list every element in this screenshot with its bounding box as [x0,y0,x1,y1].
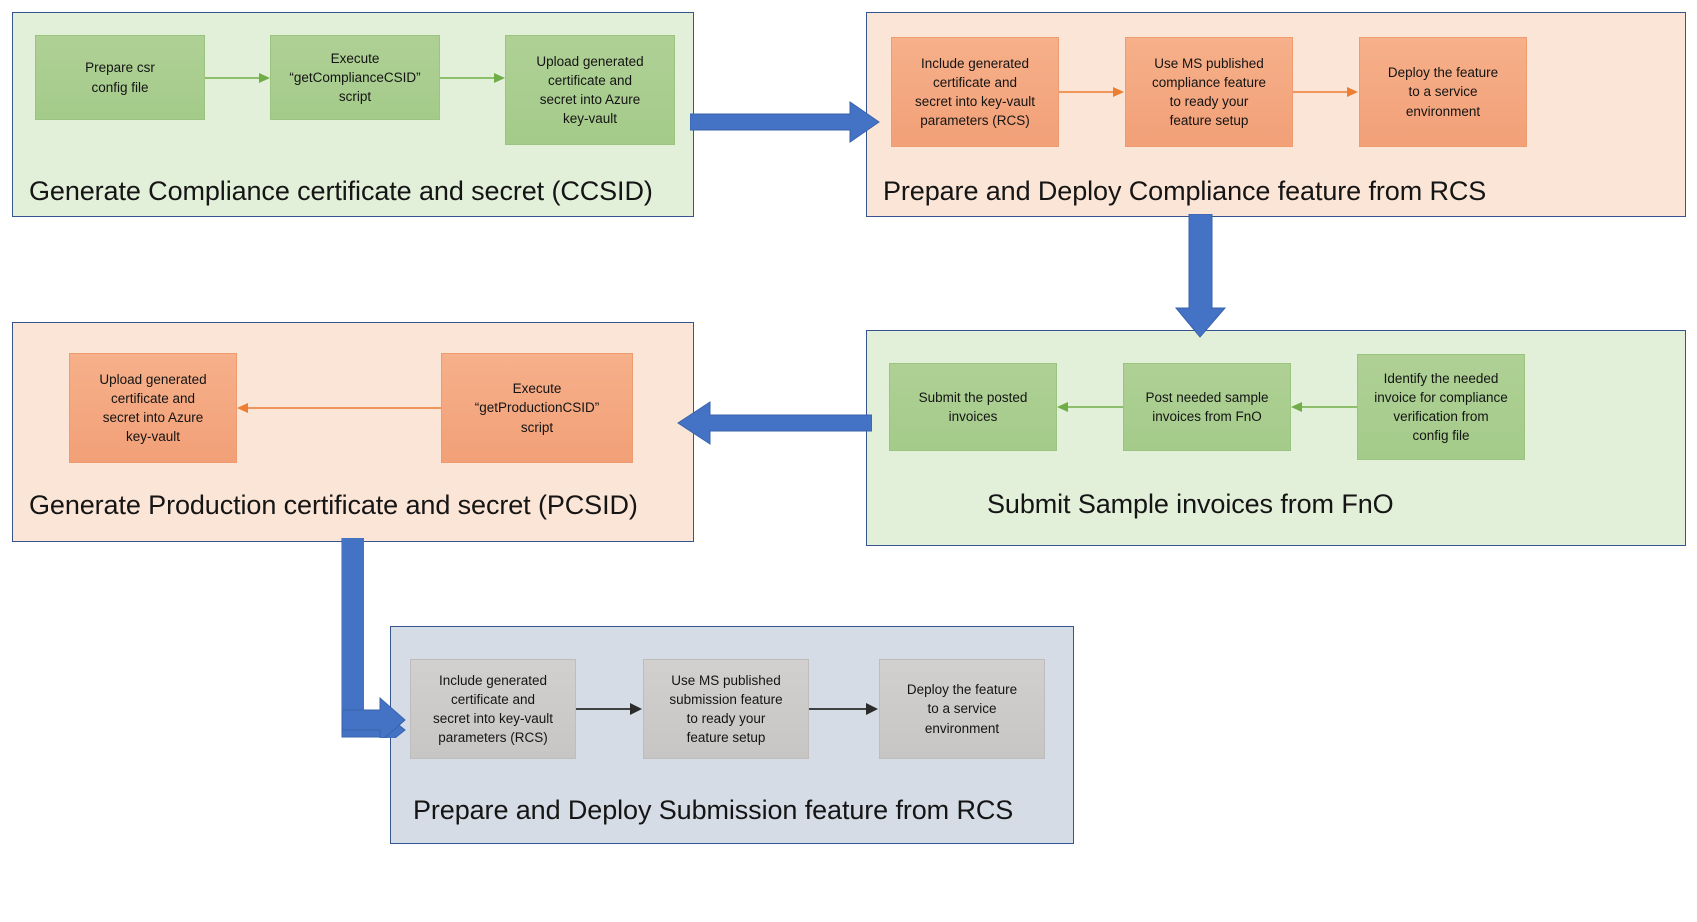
node-line: “getComplianceCSID” [289,69,421,85]
node-deploy-feature-service-environment-submission[interactable]: Deploy the feature to a service environm… [879,659,1045,759]
arrow-submission-2-to-3 [809,703,878,715]
arrow-production-script-to-upload [237,403,441,413]
group-title-pcsid: Generate Production certificate and secr… [29,490,638,520]
node-line: certificate and [547,72,633,88]
node-line: compliance feature [1151,74,1267,90]
node-line: key-vault [562,111,618,127]
node-line: invoices from FnO [1152,409,1262,424]
group-generate-production-certificate: Upload generated certificate and secret … [12,322,694,542]
arrow-compliance-2-to-3 [1293,87,1358,97]
node-line: script [520,419,554,435]
blue-arrow-prepare-compliance-to-submit-invoices [1174,214,1227,338]
node-line: “getProductionCSID” [474,400,600,416]
group-title-ccsid: Generate Compliance certificate and secr… [29,176,653,206]
node-upload-certificate-azure-keyvault[interactable]: Upload generated certificate and secret … [505,35,675,145]
node-line: Upload generated [99,371,207,387]
node-line: to ready your [1169,94,1249,109]
node-line: Use MS published [671,672,781,688]
node-line: config file [91,79,149,95]
arrow-invoices-3-to-2 [1291,402,1357,412]
node-line: secret into key-vault [914,94,1036,109]
arrow-submission-1-to-2 [576,703,642,715]
node-line: Use MS published [1154,55,1264,71]
node-line: to a service [1408,84,1478,100]
node-line: invoice for compliance [1374,389,1508,405]
node-line: Include generated [920,55,1030,71]
node-line: Post needed sample [1145,389,1269,405]
node-line: Identify the needed [1383,370,1499,386]
node-submit-posted-invoices[interactable]: Submit the posted invoices [889,363,1057,451]
node-execute-getproductioncsid-script[interactable]: Execute “getProductionCSID” script [441,353,633,463]
node-line: certificate and [450,691,536,707]
node-line: feature setup [686,730,766,746]
node-line: feature setup [1169,113,1249,129]
node-deploy-feature-service-environment-compliance[interactable]: Deploy the feature to a service environm… [1359,37,1527,147]
node-line: Execute [512,381,562,397]
arrow-invoices-2-to-1 [1057,402,1123,412]
group-title-prepare-submission: Prepare and Deploy Submission feature fr… [413,795,1014,825]
node-line: parameters (RCS) [438,730,548,746]
node-line: to a service [927,701,997,717]
node-use-ms-published-compliance-feature[interactable]: Use MS published compliance feature to r… [1125,37,1293,147]
node-line: environment [1405,103,1481,119]
node-include-certificate-keyvault-params-submission[interactable]: Include generated certificate and secret… [410,659,576,759]
node-line: Include generated [438,672,548,688]
group-submit-sample-invoices: Submit the posted invoices Post needed s… [866,330,1686,546]
node-use-ms-published-submission-feature[interactable]: Use MS published submission feature to r… [643,659,809,759]
node-line: key-vault [125,429,181,445]
node-line: Submit the posted [918,389,1028,405]
node-line: invoices [948,409,998,424]
node-line: Deploy the feature [1387,65,1499,81]
group-title-submit-invoices: Submit Sample invoices from FnO [987,489,1394,519]
arrow-compliance-1-to-2 [1059,87,1124,97]
node-line: certificate and [932,74,1018,90]
node-line: Execute [330,50,380,66]
node-line: script [338,89,372,105]
blue-arrow-submit-invoices-to-pcsid [677,401,872,445]
node-prepare-csr-config-file[interactable]: Prepare csr config file [35,35,205,120]
node-line: parameters (RCS) [920,113,1030,129]
group-prepare-deploy-submission: Include generated certificate and secret… [390,626,1074,844]
node-line: verification from [1393,409,1489,424]
node-execute-getcompliancecsid-script[interactable]: Execute “getComplianceCSID” script [270,35,440,120]
node-line: Prepare csr [85,60,155,76]
group-generate-compliance-certificate: Prepare csr config file Execute “getComp… [12,12,694,217]
node-upload-certificate-azure-keyvault-production[interactable]: Upload generated certificate and secret … [69,353,237,463]
node-line: Deploy the feature [906,682,1018,698]
node-line: secret into key-vault [432,711,554,726]
group-prepare-deploy-compliance: Include generated certificate and secret… [866,12,1686,217]
node-identify-invoice-compliance-verification[interactable]: Identify the needed invoice for complian… [1357,354,1525,460]
node-line: environment [924,720,1000,736]
node-line: config file [1412,428,1470,444]
arrow-ccsid-2-to-3 [440,73,505,83]
blue-arrow-ccsid-to-prepare-compliance [690,101,880,143]
arrow-ccsid-1-to-2 [205,73,270,83]
node-line: secret into Azure [539,92,641,107]
node-line: secret into Azure [102,410,204,425]
node-line: submission feature [669,691,783,707]
group-title-prepare-compliance: Prepare and Deploy Compliance feature fr… [883,176,1487,206]
flowchart-canvas: Prepare csr config file Execute “getComp… [0,0,1697,922]
node-line: certificate and [110,390,196,406]
node-post-sample-invoices-fno[interactable]: Post needed sample invoices from FnO [1123,363,1291,451]
node-include-certificate-keyvault-params-compliance[interactable]: Include generated certificate and secret… [891,37,1059,147]
node-line: to ready your [686,711,766,726]
node-line: Upload generated [536,53,644,69]
